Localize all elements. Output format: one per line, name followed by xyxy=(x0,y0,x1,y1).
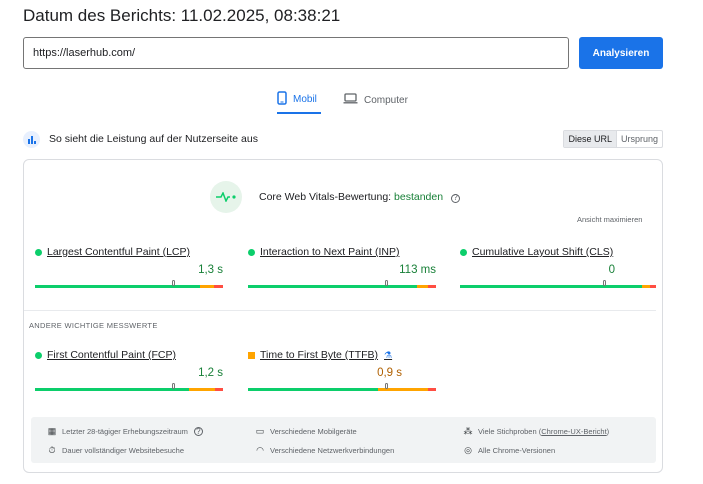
metric-ttfb-bar xyxy=(248,383,436,391)
good-dot-icon xyxy=(35,351,42,359)
metric-inp-label: Interaction to Next Paint (INP) xyxy=(260,246,400,258)
metric-cls-value: 0 xyxy=(608,264,615,276)
metric-fcp-bar xyxy=(35,383,223,391)
metric-lcp-value: 1,3 s xyxy=(198,264,223,276)
distribution-good-segment xyxy=(248,388,378,391)
footer-connections: ◠ Verschiedene Netzwerkverbindungen xyxy=(255,445,394,456)
toggle-origin[interactable]: Ursprung xyxy=(617,131,662,147)
distribution-good-segment xyxy=(35,388,190,391)
field-data-footer: ▦ Letzter 28-tägiger Erhebungszeitraum ?… xyxy=(31,417,656,463)
metric-cls-label: Cumulative Layout Shift (CLS) xyxy=(472,246,614,258)
help-icon[interactable]: ? xyxy=(450,193,460,203)
tab-desktop[interactable]: Computer xyxy=(343,86,423,114)
laptop-icon xyxy=(343,93,358,107)
crux-report-link[interactable]: Chrome-UX-Bericht xyxy=(541,427,606,436)
section-divider xyxy=(24,310,656,311)
smartphone-icon xyxy=(277,90,287,108)
metric-cls-bar xyxy=(460,280,656,288)
distribution-good-segment xyxy=(460,285,643,288)
footer-chrome-versions-text: Alle Chrome-Versionen xyxy=(478,446,556,455)
distribution-good-segment xyxy=(35,285,201,288)
metric-cls: Cumulative Layout Shift (CLS) 0 xyxy=(460,246,656,288)
distribution-poor-segment xyxy=(215,388,223,391)
metric-lcp: Largest Contentful Paint (LCP) 1,3 s xyxy=(35,246,223,288)
cwv-label: Core Web Vitals-Bewertung: xyxy=(259,191,392,203)
metric-ttfb-label: Time to First Byte (TTFB) xyxy=(260,349,379,361)
footer-chrome-versions: ◎ Alle Chrome-Versionen xyxy=(463,445,555,456)
analyze-button[interactable]: Analysieren xyxy=(579,37,663,69)
metric-fcp-value: 1,2 s xyxy=(198,367,223,379)
url-input[interactable] xyxy=(23,37,569,69)
average-square-icon xyxy=(248,351,255,359)
timer-icon: ⏱ xyxy=(48,445,56,455)
distribution-avg-segment xyxy=(200,285,214,288)
report-date: Datum des Berichts: 11.02.2025, 08:38:21 xyxy=(23,6,341,25)
distribution-poor-segment xyxy=(650,285,656,288)
good-dot-icon xyxy=(248,248,255,256)
tab-desktop-label: Computer xyxy=(364,94,408,106)
footer-samples-suffix: ) xyxy=(606,427,610,436)
p75-marker xyxy=(603,280,607,286)
metric-fcp-name[interactable]: First Contentful Paint (FCP) xyxy=(35,349,223,361)
field-data-header: So sieht die Leistung auf der Nutzerseit… xyxy=(23,129,663,149)
help-icon[interactable]: ? xyxy=(193,427,203,436)
metric-inp-bar xyxy=(248,280,436,288)
metric-lcp-label: Largest Contentful Paint (LCP) xyxy=(47,246,190,258)
distribution-avg-segment xyxy=(417,285,429,288)
metric-ttfb-value: 0,9 s xyxy=(377,367,402,379)
metric-inp-value: 113 ms xyxy=(399,264,436,276)
expand-view-link[interactable]: Ansicht maximieren xyxy=(577,215,642,224)
samples-icon: ⁂ xyxy=(463,426,473,436)
devices-icon: ▭ xyxy=(255,426,265,436)
metric-inp: Interaction to Next Paint (INP) 113 ms xyxy=(248,246,436,288)
metric-fcp: First Contentful Paint (FCP) 1,2 s xyxy=(35,349,223,391)
distribution-poor-segment xyxy=(428,388,436,391)
tab-mobile[interactable]: Mobil xyxy=(277,86,321,114)
p75-marker xyxy=(385,383,389,389)
distribution-avg-segment xyxy=(189,388,216,391)
footer-collection-period-text: Letzter 28-tägiger Erhebungszeitraum xyxy=(62,427,188,436)
p75-marker xyxy=(385,280,389,286)
flask-icon: ⚗ xyxy=(384,349,393,360)
footer-devices-text: Verschiedene Mobilgeräte xyxy=(270,427,357,436)
field-data-title: So sieht die Leistung auf der Nutzerseit… xyxy=(49,133,258,145)
good-dot-icon xyxy=(460,248,467,256)
url-origin-toggle: Diese URL Ursprung xyxy=(563,130,663,148)
metric-ttfb: Time to First Byte (TTFB) ⚗ 0,9 s xyxy=(248,349,436,391)
distribution-poor-segment xyxy=(213,285,223,288)
footer-visit-duration-text: Dauer vollständiger Websitebesuche xyxy=(62,446,185,455)
metric-ttfb-name[interactable]: Time to First Byte (TTFB) ⚗ xyxy=(248,349,436,361)
good-dot-icon xyxy=(35,248,42,256)
heartbeat-icon xyxy=(210,181,242,213)
footer-samples-prefix: Viele Stichproben ( xyxy=(478,427,542,436)
metric-cls-name[interactable]: Cumulative Layout Shift (CLS) xyxy=(460,246,656,258)
metric-inp-name[interactable]: Interaction to Next Paint (INP) xyxy=(248,246,436,258)
calendar-icon: ▦ xyxy=(47,426,57,436)
footer-visit-duration: ⏱ Dauer vollständiger Websitebesuche xyxy=(47,445,184,456)
cwv-assessment: Core Web Vitals-Bewertung: bestanden ? xyxy=(210,181,460,213)
footer-connections-text: Verschiedene Netzwerkverbindungen xyxy=(270,446,395,455)
p75-marker xyxy=(172,383,176,389)
wifi-icon: ◠ xyxy=(256,445,264,455)
users-chart-icon xyxy=(23,130,40,148)
footer-devices: ▭ Verschiedene Mobilgeräte xyxy=(255,426,357,437)
distribution-poor-segment xyxy=(428,285,436,288)
distribution-good-segment xyxy=(248,285,418,288)
p75-marker xyxy=(172,280,176,286)
other-metrics-heading: ANDERE WICHTIGE MESSWERTE xyxy=(29,321,158,330)
metric-lcp-bar xyxy=(35,280,223,288)
chrome-icon: ◎ xyxy=(464,445,472,455)
metric-fcp-label: First Contentful Paint (FCP) xyxy=(47,349,176,361)
footer-collection-period: ▦ Letzter 28-tägiger Erhebungszeitraum ? xyxy=(47,426,203,437)
toggle-this-url[interactable]: Diese URL xyxy=(564,131,617,147)
tab-mobile-label: Mobil xyxy=(293,93,317,105)
cwv-status: bestanden xyxy=(394,191,444,203)
distribution-avg-segment xyxy=(642,285,651,288)
footer-samples: ⁂ Viele Stichproben (Chrome-UX-Bericht) xyxy=(463,426,610,437)
metric-lcp-name[interactable]: Largest Contentful Paint (LCP) xyxy=(35,246,223,258)
